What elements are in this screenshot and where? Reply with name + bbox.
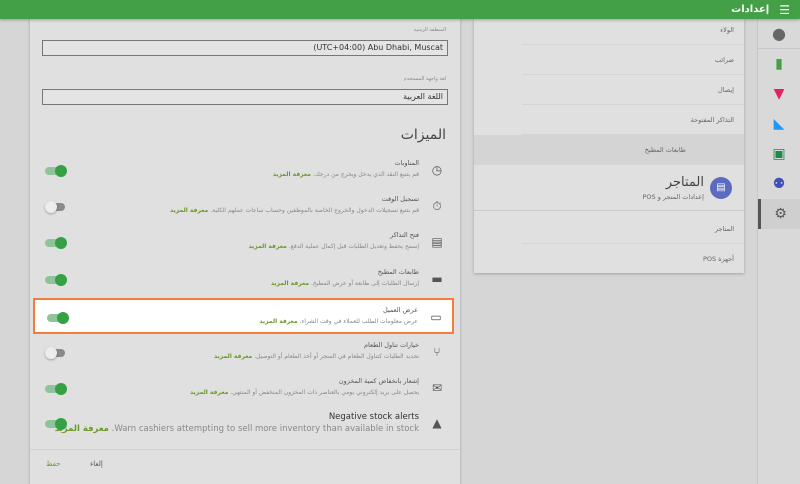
feature-title: تسجيل الوقت	[381, 195, 419, 203]
dining-icon: ⑂	[433, 345, 441, 359]
feature-desc-text: قم بتتبع النقد الذي يدخل ويخرج من درجك.	[312, 171, 419, 178]
nav-item-pos-devices[interactable]: أجهزة POS	[522, 244, 744, 274]
save-button[interactable]: حفظ	[46, 460, 61, 468]
hamburger-icon[interactable]: ☰	[779, 3, 790, 17]
feature-desc-text: يحصل على بريد إلكتروني يومي بالعناصر ذات…	[230, 389, 419, 396]
settings-nav-card: الولاء ضرائب إيصال التذاكر المفتوحة طابعات ا…	[474, 19, 744, 273]
feature-desc-text: قم بتتبع تسجيلات الدخول والخروج الخاصة ب…	[210, 207, 419, 214]
feature-title: خيارات تناول الطعام	[363, 341, 419, 349]
nav-item[interactable]: الولاء	[522, 15, 744, 45]
feature-toggle[interactable]	[45, 418, 67, 430]
learn-more-link[interactable]: معرفة المزيد	[170, 207, 208, 214]
feature-row: ▤ فتح التذاكر إسمح بحفظ وتعديل الطلبات ق…	[33, 225, 453, 261]
timezone-select[interactable]: (UTC+04:00) Abu Dhabi, Muscat	[42, 40, 448, 56]
nav-item[interactable]: طابعات المطبخ	[474, 135, 744, 165]
stores-title: المتاجر	[665, 175, 704, 190]
feature-toggle[interactable]	[45, 165, 67, 177]
side-rail: ● ▮ ▼ ◣ ▣ ⚉ ⚙	[757, 19, 800, 484]
feature-title: المناوبات	[394, 159, 419, 167]
general-settings-card: المنطقة الزمنية (UTC+04:00) Abu Dhabi, M…	[30, 19, 460, 484]
feature-row: ▬ طابعات المطبخ إرسال الطلبات إلى طابعة …	[33, 262, 453, 298]
feature-toggle[interactable]	[45, 383, 67, 395]
account-icon[interactable]: ●	[758, 19, 800, 49]
feature-title: إشعار بانخفاض كمية المخزون	[338, 377, 419, 385]
feature-row: ✉ إشعار بانخفاض كمية المخزون يحصل على بر…	[33, 371, 453, 407]
feature-desc-text: تحديد الطلبات كتناول الطعام في المتجر أو…	[254, 353, 419, 360]
feature-title: Negative stock alerts	[328, 412, 419, 422]
feature-description: يحصل على بريد إلكتروني يومي بالعناصر ذات…	[190, 389, 419, 396]
clock-icon: ◷	[431, 163, 443, 177]
feature-toggle[interactable]	[45, 347, 67, 359]
language-label: لغة واجهة المستخدم	[403, 76, 446, 82]
stopwatch-icon: ⏱	[432, 199, 442, 213]
feature-toggle[interactable]	[45, 237, 67, 249]
learn-more-link[interactable]: معرفة المزيد	[273, 171, 311, 178]
learn-more-link[interactable]: معرفة المزيد	[271, 280, 309, 287]
feature-desc-text: إسمح بحفظ وتعديل الطلبات قبل إكمال عملية…	[288, 243, 419, 250]
feature-description: إرسال الطلبات إلى طابعة أو عرض المطبخ. م…	[271, 280, 419, 287]
nav-item[interactable]: التذاكر المفتوحة	[522, 105, 744, 135]
reports-icon[interactable]: ▮	[758, 49, 800, 79]
feature-row: ▲ Negative stock alerts Warn cashiers at…	[33, 406, 453, 442]
items-icon[interactable]: ▼	[758, 79, 800, 109]
display-icon: ▭	[430, 310, 442, 324]
feature-description: قم بتتبع النقد الذي يدخل ويخرج من درجك. …	[273, 171, 419, 178]
feature-title: عرض العميل	[383, 306, 418, 314]
feature-description: عرض معلومات الطلب للعملاء في وقت الشراء.…	[259, 318, 418, 325]
cancel-button[interactable]: إلغاء	[90, 460, 103, 468]
language-select[interactable]: اللغة العربية	[42, 89, 448, 105]
learn-more-link[interactable]: معرفة المزيد	[249, 243, 287, 250]
stores-section-header: ▤ المتاجر إعدادات المتجر و POS	[474, 167, 744, 211]
employees-icon[interactable]: ⚉	[758, 169, 800, 199]
inventory-icon[interactable]: ◣	[758, 109, 800, 139]
nav-item-stores[interactable]: المتاجر	[522, 214, 744, 244]
learn-more-link[interactable]: معرفة المزيد	[214, 353, 252, 360]
feature-title: فتح التذاكر	[390, 231, 419, 239]
feature-row: ⏱ تسجيل الوقت قم بتتبع تسجيلات الدخول وا…	[33, 189, 453, 225]
feature-description: Warn cashiers attempting to sell more in…	[55, 424, 419, 434]
nav-item[interactable]: إيصال	[522, 75, 744, 105]
nav-item[interactable]: ضرائب	[522, 45, 744, 75]
feature-description: قم بتتبع تسجيلات الدخول والخروج الخاصة ب…	[170, 207, 419, 214]
printer-icon: ▬	[431, 272, 443, 286]
feature-toggle[interactable]	[47, 312, 69, 324]
feature-row: ◷ المناوبات قم بتتبع النقد الذي يدخل ويخ…	[33, 153, 453, 189]
feature-toggle[interactable]	[45, 274, 67, 286]
feature-desc-text: Warn cashiers attempting to sell more in…	[111, 424, 419, 434]
feature-description: إسمح بحفظ وتعديل الطلبات قبل إكمال عملية…	[249, 243, 419, 250]
page-title: إعدادات	[731, 4, 770, 15]
feature-description: تحديد الطلبات كتناول الطعام في المتجر أو…	[214, 353, 419, 360]
customers-icon[interactable]: ▣	[758, 139, 800, 169]
feature-desc-text: إرسال الطلبات إلى طابعة أو عرض المطبخ.	[311, 280, 419, 287]
feature-toggle[interactable]	[45, 201, 67, 213]
learn-more-link[interactable]: معرفة المزيد	[259, 318, 297, 325]
feature-row: ▭ عرض العميل عرض معلومات الطلب للعملاء ف…	[33, 298, 454, 334]
top-bar: ☰ إعدادات	[0, 0, 800, 19]
mail-icon: ✉	[431, 381, 443, 395]
open-ticket-icon: ▤	[431, 235, 443, 249]
stores-subtitle: إعدادات المتجر و POS	[642, 193, 704, 201]
store-icon: ▤	[710, 177, 732, 199]
feature-title: طابعات المطبخ	[377, 268, 419, 276]
form-footer: إلغاء حفظ	[30, 449, 460, 484]
stock-alert-icon: ▲	[432, 416, 442, 430]
feature-row: ⑂ خيارات تناول الطعام تحديد الطلبات كتنا…	[33, 335, 453, 371]
timezone-label: المنطقة الزمنية	[413, 27, 446, 33]
features-title: الميزات	[400, 127, 446, 143]
learn-more-link[interactable]: معرفة المزيد	[190, 389, 228, 396]
feature-desc-text: عرض معلومات الطلب للعملاء في وقت الشراء.	[299, 318, 418, 325]
settings-icon[interactable]: ⚙	[758, 199, 800, 229]
